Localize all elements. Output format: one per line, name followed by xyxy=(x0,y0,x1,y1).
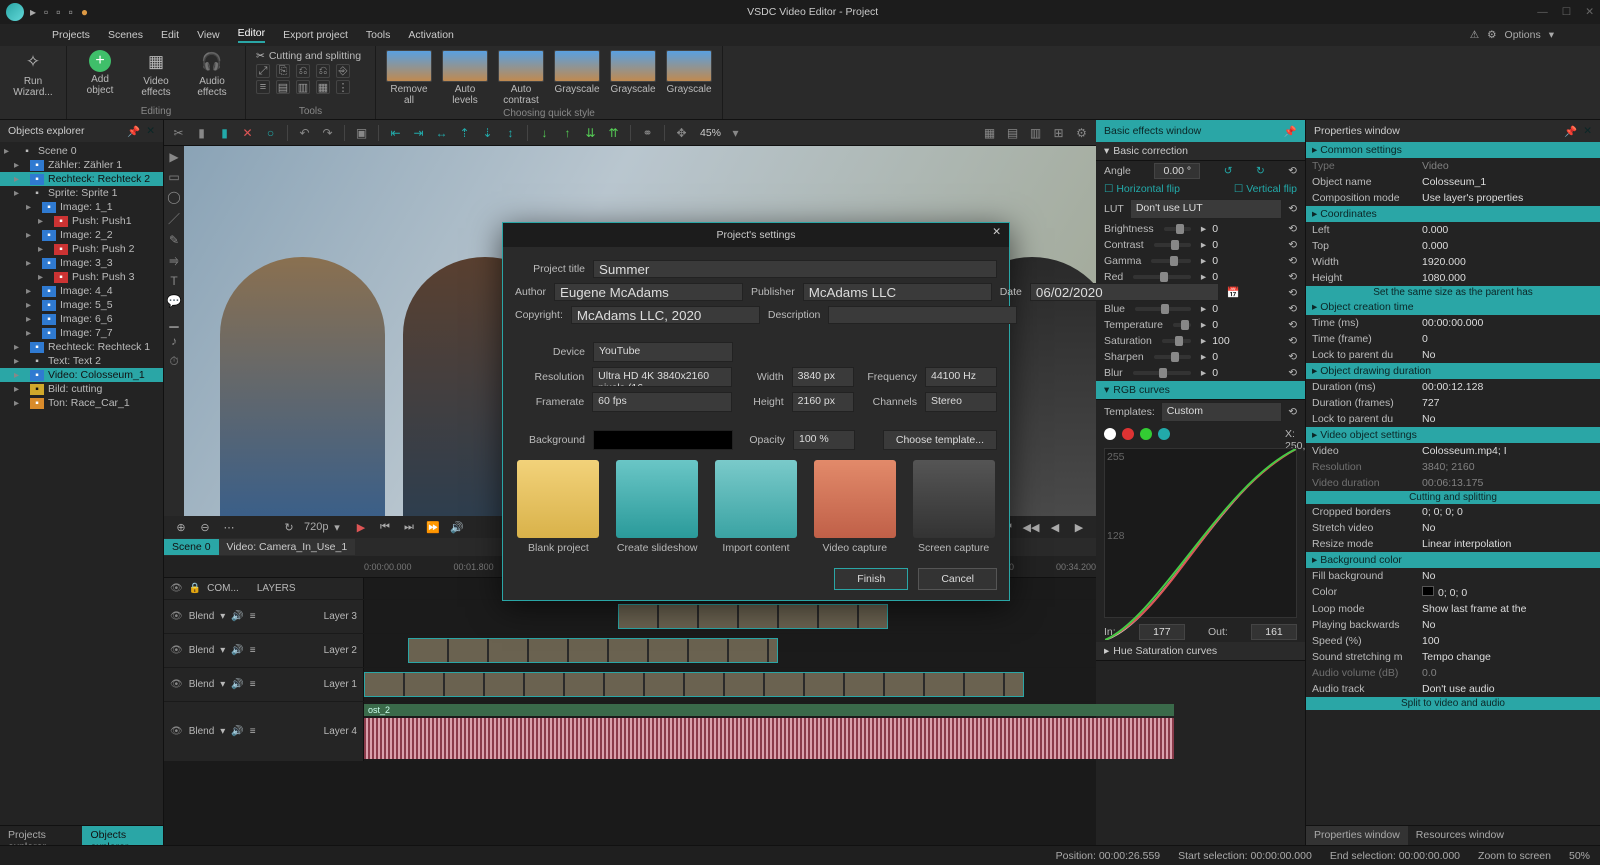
background-color[interactable] xyxy=(593,430,733,450)
date-input[interactable] xyxy=(1030,283,1219,301)
width-input[interactable]: 3840 px xyxy=(792,367,854,387)
copyright-input[interactable] xyxy=(571,306,760,324)
card-blank-project[interactable]: Blank project xyxy=(515,460,602,554)
author-input[interactable] xyxy=(554,283,743,301)
close-icon[interactable]: ✕ xyxy=(992,226,1001,238)
card-create-slideshow[interactable]: Create slideshow xyxy=(614,460,701,554)
choose-template-button[interactable]: Choose template... xyxy=(883,430,997,450)
dialog-title: Project's settings ✕ xyxy=(503,223,1009,247)
publisher-input[interactable] xyxy=(803,283,992,301)
card-import-content[interactable]: Import content xyxy=(713,460,800,554)
card-screen-capture[interactable]: Screen capture xyxy=(910,460,997,554)
height-input[interactable]: 2160 px xyxy=(792,392,854,412)
calendar-icon[interactable]: 📅 xyxy=(1227,286,1240,299)
project-title-input[interactable] xyxy=(593,260,997,278)
description-input[interactable] xyxy=(828,306,1017,324)
frequency-select[interactable]: 44100 Hz xyxy=(925,367,997,387)
cancel-button[interactable]: Cancel xyxy=(918,568,997,590)
card-video-capture[interactable]: Video capture xyxy=(811,460,898,554)
framerate-select[interactable]: 60 fps xyxy=(592,392,732,412)
finish-button[interactable]: Finish xyxy=(834,568,908,590)
modal-overlay: Project's settings ✕ Project title Autho… xyxy=(0,0,1600,865)
project-settings-dialog: Project's settings ✕ Project title Autho… xyxy=(502,222,1010,601)
device-select[interactable]: YouTube xyxy=(593,342,733,362)
opacity-input[interactable]: 100 % xyxy=(793,430,855,450)
resolution-select[interactable]: Ultra HD 4K 3840x2160 pixels (16 xyxy=(592,367,732,387)
channels-select[interactable]: Stereo xyxy=(925,392,997,412)
